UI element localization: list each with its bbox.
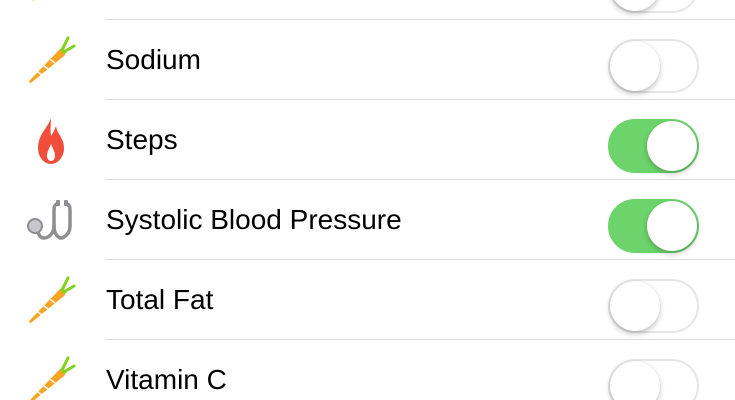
vitamin-c-toggle[interactable] bbox=[608, 359, 699, 400]
health-data-types-list: Sodium Steps Systolic Blood Pressure Tot… bbox=[0, 0, 735, 400]
toggle-knob bbox=[647, 201, 697, 251]
carrot-icon bbox=[24, 0, 78, 8]
steps-toggle[interactable] bbox=[608, 119, 699, 173]
stethoscope-icon bbox=[24, 194, 78, 248]
flame-icon bbox=[24, 114, 78, 168]
list-item-sodium[interactable]: Sodium bbox=[0, 20, 735, 100]
list-item[interactable] bbox=[0, 0, 735, 20]
carrot-icon bbox=[24, 274, 78, 328]
row-label: Systolic Blood Pressure bbox=[106, 204, 402, 235]
row-label: Steps bbox=[106, 124, 178, 155]
carrot-icon bbox=[24, 354, 78, 400]
row-label: Vitamin C bbox=[106, 364, 227, 395]
systolic-blood-pressure-toggle[interactable] bbox=[608, 199, 699, 253]
row-label: Total Fat bbox=[106, 284, 214, 315]
list-item-total-fat[interactable]: Total Fat bbox=[0, 260, 735, 340]
toggle-knob bbox=[610, 361, 660, 400]
list-item-systolic-blood-pressure[interactable]: Systolic Blood Pressure bbox=[0, 180, 735, 260]
toggle-switch[interactable] bbox=[608, 0, 699, 13]
list-item-steps[interactable]: Steps bbox=[0, 100, 735, 180]
toggle-knob bbox=[647, 121, 697, 171]
sodium-toggle[interactable] bbox=[608, 39, 699, 93]
total-fat-toggle[interactable] bbox=[608, 279, 699, 333]
toggle-knob bbox=[610, 0, 660, 11]
toggle-knob bbox=[610, 41, 660, 91]
toggle-knob bbox=[610, 281, 660, 331]
carrot-icon bbox=[24, 34, 78, 88]
list-item-vitamin-c[interactable]: Vitamin C bbox=[0, 340, 735, 400]
row-label: Sodium bbox=[106, 44, 201, 75]
